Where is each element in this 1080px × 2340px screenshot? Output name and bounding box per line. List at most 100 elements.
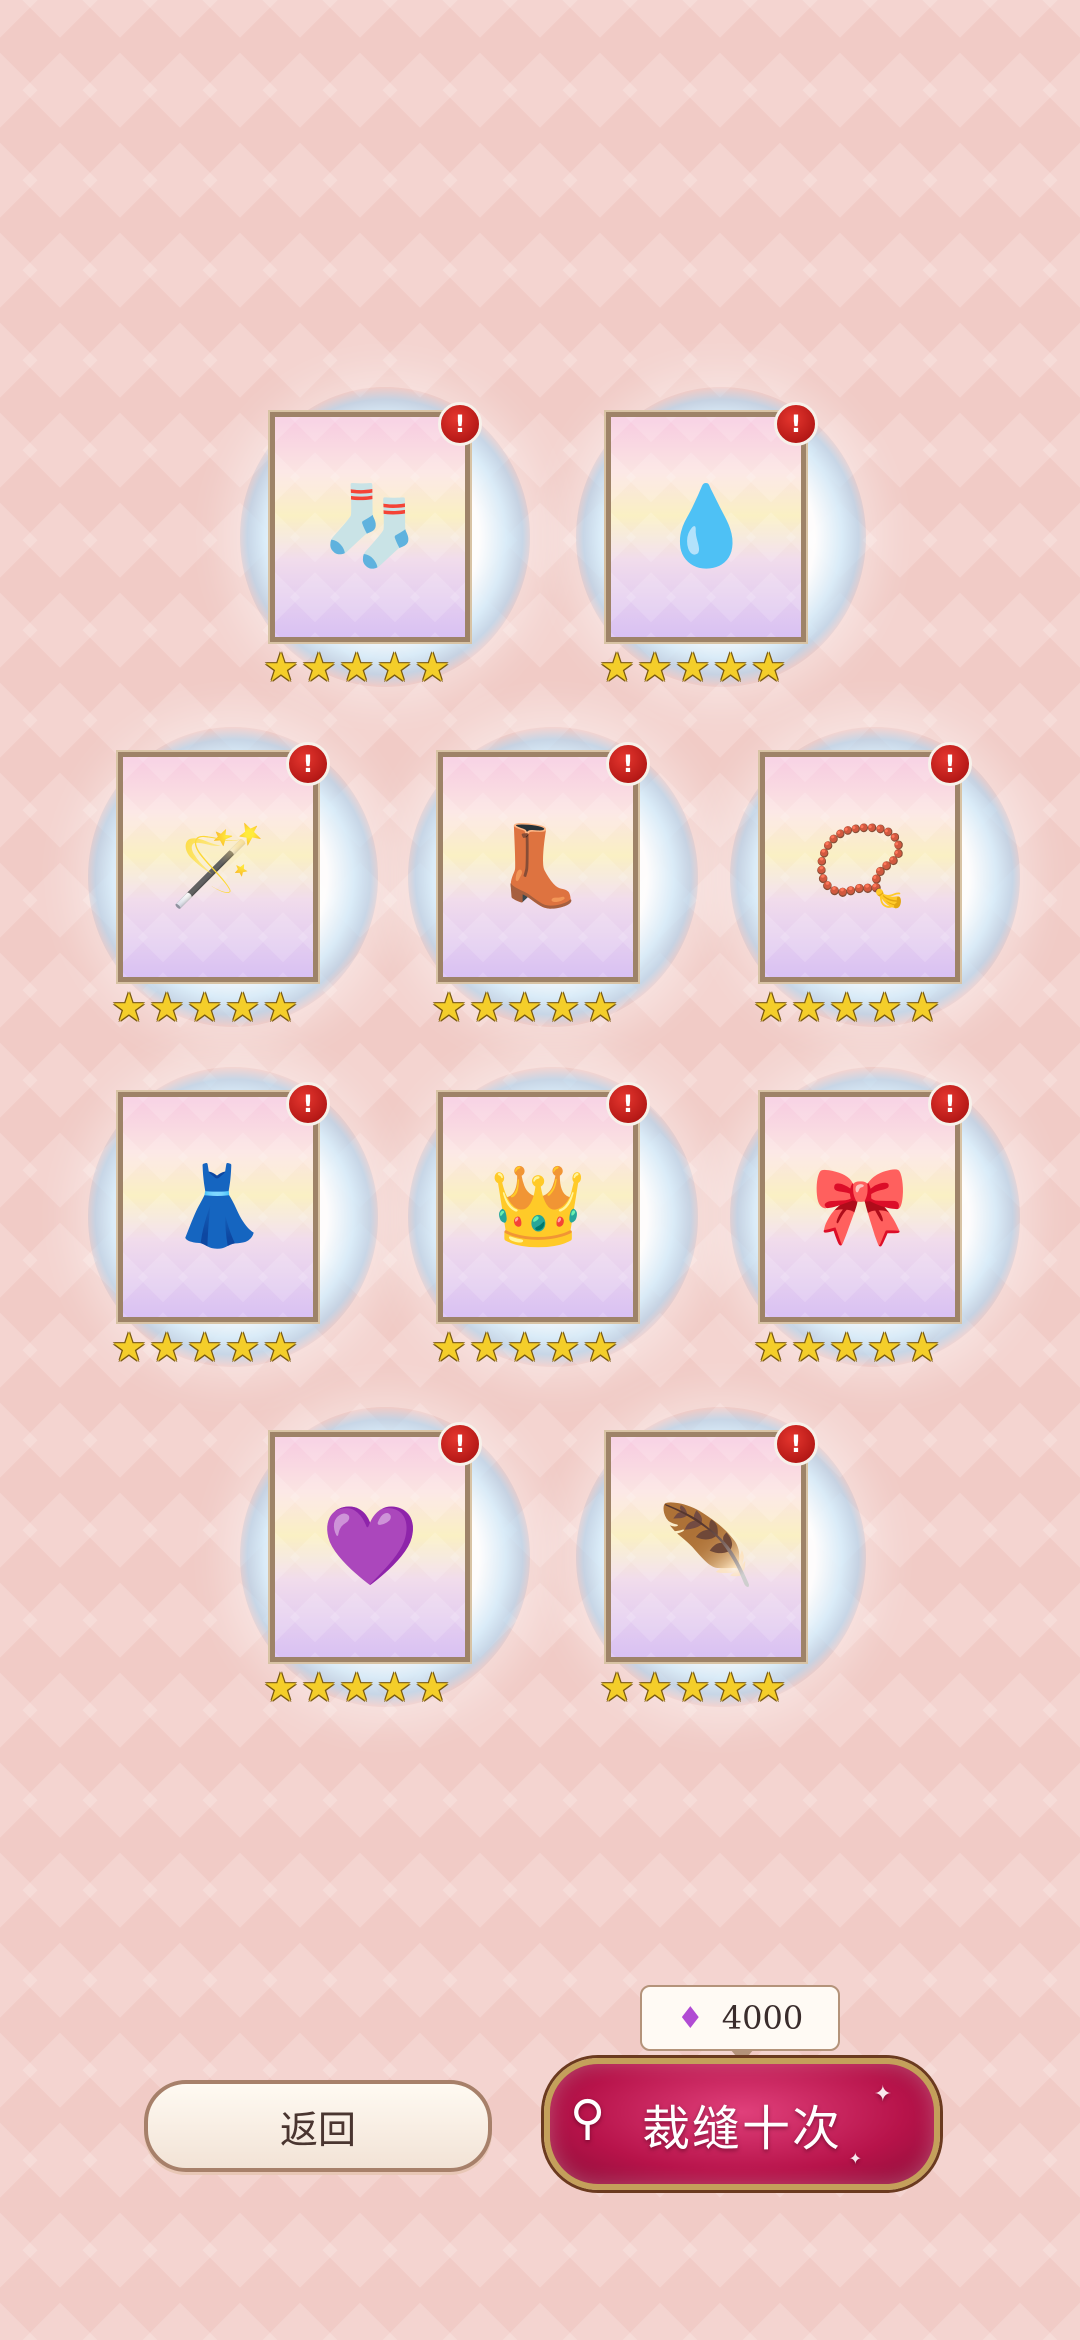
new-badge: ! [438, 402, 482, 446]
star-icon: ★ [506, 1325, 543, 1371]
item-card-bracelet[interactable]: 📿 ! ★ ★ ★ ★ ★ [730, 727, 1020, 1052]
item-frame: 🪶 [604, 1430, 808, 1664]
item-card-headpiece[interactable]: 👑 ! ★ ★ ★ ★ ★ [408, 1067, 698, 1392]
star-icon: ★ [224, 1325, 261, 1371]
lace-boots-icon: 👢 [489, 821, 587, 912]
star-icon: ★ [224, 985, 261, 1031]
rarity-stars: ★ ★ ★ ★ ★ [263, 1668, 483, 1708]
star-icon: ★ [262, 1325, 299, 1371]
star-icon: ★ [186, 985, 223, 1031]
star-icon: ★ [790, 1325, 827, 1371]
rarity-stars: ★ ★ ★ ★ ★ [263, 648, 483, 688]
rarity-stars: ★ ★ ★ ★ ★ [599, 648, 819, 688]
star-icon: ★ [414, 1665, 451, 1711]
star-icon: ★ [750, 645, 787, 691]
star-icon: ★ [828, 985, 865, 1031]
item-card-stockings[interactable]: 🧦 ! ★ ★ ★ ★ ★ [240, 387, 530, 712]
item-frame: 🪄 [116, 750, 320, 984]
star-icon: ★ [544, 1325, 581, 1371]
star-icon: ★ [468, 1325, 505, 1371]
new-badge: ! [928, 742, 972, 786]
new-badge: ! [606, 1082, 650, 1126]
rarity-stars: ★ ★ ★ ★ ★ [111, 988, 331, 1028]
rarity-stars: ★ ★ ★ ★ ★ [753, 988, 973, 1028]
cost-value: 4000 [721, 1999, 804, 2037]
feather-headpiece-icon: 👑 [489, 1161, 587, 1252]
star-icon: ★ [111, 1325, 147, 1371]
item-frame: 📿 [758, 750, 962, 984]
item-frame: 👑 [436, 1090, 640, 1324]
star-icon: ★ [582, 1325, 619, 1371]
item-card-blue-gem[interactable]: 💧 ! ★ ★ ★ ★ ★ [576, 387, 866, 712]
star-icon: ★ [674, 645, 711, 691]
new-badge: ! [928, 1082, 972, 1126]
magic-wand-icon: 🪄 [169, 821, 267, 912]
star-icon: ★ [300, 1665, 337, 1711]
star-icon: ★ [712, 645, 749, 691]
star-icon: ★ [263, 645, 299, 691]
star-icon: ★ [338, 1665, 375, 1711]
star-icon: ★ [376, 645, 413, 691]
star-icon: ★ [753, 985, 789, 1031]
item-card-purple-gem[interactable]: 💜 ! ★ ★ ★ ★ ★ [240, 1407, 530, 1732]
item-frame: 🎀 [758, 1090, 962, 1324]
star-icon: ★ [828, 1325, 865, 1371]
item-card-boots[interactable]: 👢 ! ★ ★ ★ ★ ★ [408, 727, 698, 1052]
star-icon: ★ [338, 645, 375, 691]
star-icon: ★ [636, 645, 673, 691]
rarity-stars: ★ ★ ★ ★ ★ [111, 1328, 331, 1368]
star-icon: ★ [790, 985, 827, 1031]
capelet-icon: 🎀 [811, 1161, 909, 1252]
item-frame: 🧦 [268, 410, 472, 644]
back-button-label: 返回 [279, 2107, 356, 2152]
item-card-skirt[interactable]: 👗 ! ★ ★ ★ ★ ★ [88, 1067, 378, 1392]
star-icon: ★ [750, 1665, 787, 1711]
star-icon: ★ [300, 645, 337, 691]
star-icon: ★ [544, 985, 581, 1031]
star-icon: ★ [431, 985, 467, 1031]
item-card-feather-effect[interactable]: 🪶 ! ★ ★ ★ ★ ★ [576, 1407, 866, 1732]
star-icon: ★ [148, 1325, 185, 1371]
new-badge: ! [774, 1422, 818, 1466]
star-icon: ★ [376, 1665, 413, 1711]
item-frame: 💧 [604, 410, 808, 644]
star-icon: ★ [636, 1665, 673, 1711]
sew-ten-times-button[interactable]: ⚲ 裁缝十次 ✦ ✦ [544, 2058, 940, 2190]
new-badge: ! [438, 1422, 482, 1466]
new-badge: ! [606, 742, 650, 786]
item-card-capelet[interactable]: 🎀 ! ★ ★ ★ ★ ★ [730, 1067, 1020, 1392]
star-icon: ★ [904, 1325, 941, 1371]
sparkle-icon: ✦ [848, 2149, 864, 2168]
star-icon: ★ [582, 985, 619, 1031]
new-badge: ! [286, 742, 330, 786]
needle-icon: ⚲ [570, 2090, 608, 2146]
star-icon: ★ [414, 645, 451, 691]
rarity-stars: ★ ★ ★ ★ ★ [753, 1328, 973, 1368]
star-icon: ★ [186, 1325, 223, 1371]
star-icon: ★ [263, 1665, 299, 1711]
star-icon: ★ [674, 1665, 711, 1711]
sew-button-label: 裁缝十次 [641, 2101, 842, 2157]
item-card-wand[interactable]: 🪄 ! ★ ★ ★ ★ ★ [88, 727, 378, 1052]
rarity-stars: ★ ★ ★ ★ ★ [431, 1328, 651, 1368]
rarity-stars: ★ ★ ★ ★ ★ [599, 1668, 819, 1708]
star-icon: ★ [431, 1325, 467, 1371]
cost-tooltip: ♦ 4000 [640, 1985, 840, 2063]
star-icon: ★ [599, 645, 635, 691]
feather-effect-icon: 🪶 [657, 1501, 755, 1592]
star-icon: ★ [148, 985, 185, 1031]
stockings-icon: 🧦 [321, 481, 419, 572]
lace-skirt-icon: 👗 [169, 1161, 267, 1252]
new-badge: ! [774, 402, 818, 446]
new-badge: ! [286, 1082, 330, 1126]
back-button[interactable]: 返回 [144, 2080, 492, 2172]
star-icon: ★ [753, 1325, 789, 1371]
star-icon: ★ [599, 1665, 635, 1711]
item-frame: 👢 [436, 750, 640, 984]
star-icon: ★ [712, 1665, 749, 1711]
star-icon: ★ [506, 985, 543, 1031]
star-icon: ★ [904, 985, 941, 1031]
star-icon: ★ [866, 1325, 903, 1371]
blue-drop-gem-icon: 💧 [657, 481, 755, 572]
item-frame: 👗 [116, 1090, 320, 1324]
